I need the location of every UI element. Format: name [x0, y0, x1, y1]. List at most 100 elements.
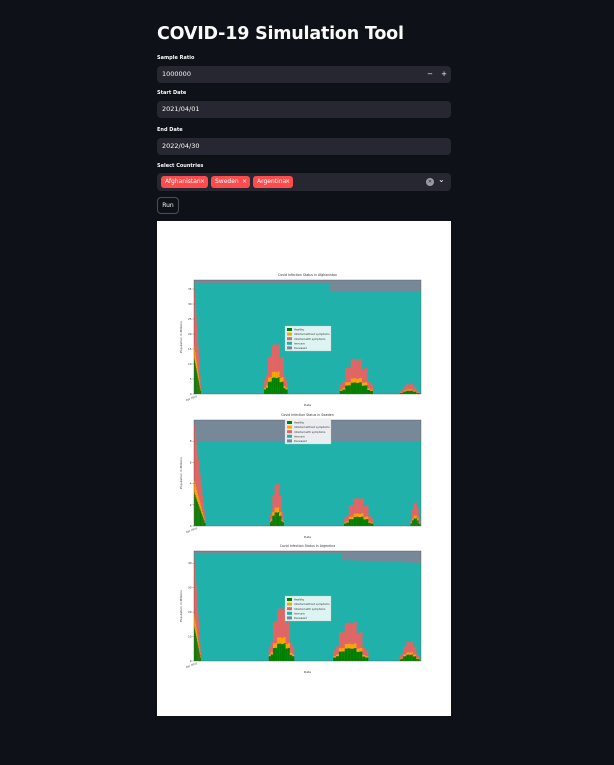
infected-without-symptoms-bar: [365, 516, 369, 520]
healthy-bar: [291, 656, 295, 661]
remove-tag-icon[interactable]: ×: [285, 176, 290, 188]
healthy-bar: [409, 390, 412, 394]
remove-tag-icon[interactable]: ×: [200, 176, 205, 188]
infected-without-symptoms-bar: [368, 521, 371, 523]
infected-without-symptoms-bar: [338, 648, 343, 652]
y-axis-label: Population in Millions: [179, 321, 183, 353]
legend-swatch: [287, 602, 292, 606]
infected-without-symptoms-bar: [269, 377, 273, 382]
healthy-bar: [359, 651, 363, 661]
healthy-bar: [272, 515, 274, 526]
legend-label: Healthy: [294, 598, 305, 602]
x-axis-label: Date: [304, 670, 311, 674]
infected-without-symptoms-bar: [289, 652, 293, 655]
y-tick-label: 20: [188, 332, 192, 336]
healthy-bar: [277, 377, 280, 394]
healthy-bar: [404, 656, 407, 661]
healthy-bar: [365, 657, 369, 661]
healthy-bar: [404, 391, 407, 394]
infected-without-symptoms-bar: [409, 389, 412, 391]
healthy-bar: [204, 522, 206, 526]
infected-without-symptoms-bar: [272, 512, 274, 516]
healthy-bar: [364, 385, 368, 394]
infected-without-symptoms-bar: [272, 643, 276, 649]
healthy-bar: [271, 520, 273, 526]
healthy-bar: [411, 654, 414, 661]
healthy-bar: [270, 522, 272, 526]
legend-label: Infected without symptoms: [294, 602, 330, 606]
country-tag-sweden[interactable]: Sweden ×: [211, 176, 250, 188]
healthy-bar: [285, 389, 288, 394]
increment-button[interactable]: +: [437, 66, 451, 83]
healthy-bar: [342, 389, 346, 394]
chart-title: Covid Infection Status in Sweden: [281, 413, 334, 417]
sample-ratio-value: 1000000: [162, 70, 191, 78]
legend-swatch: [287, 421, 292, 424]
countries-multiselect[interactable]: Afghanistan × Sweden × Argentina × ✕ ⌄: [157, 173, 451, 191]
run-button[interactable]: Run: [157, 197, 179, 214]
healthy-bar: [414, 656, 417, 661]
healthy-bar: [341, 651, 345, 661]
legend-swatch: [287, 332, 292, 336]
infected-without-symptoms-bar: [264, 387, 267, 390]
healthy-bar: [285, 648, 288, 661]
legend-swatch: [287, 425, 292, 429]
infected-without-symptoms-bar: [270, 652, 274, 655]
infected-without-symptoms-bar: [339, 389, 343, 391]
end-date-input[interactable]: 2022/04/30: [157, 138, 451, 155]
healthy-bar: [361, 385, 365, 394]
sample-ratio-input[interactable]: 1000000 − +: [157, 66, 451, 83]
infected-without-symptoms-bar: [276, 507, 279, 513]
chevron-down-icon[interactable]: ⌄: [438, 175, 445, 184]
infected-without-symptoms-bar: [362, 654, 366, 657]
infected-without-symptoms-bar: [271, 371, 274, 378]
country-tag-argentina[interactable]: Argentina ×: [253, 176, 293, 188]
healthy-bar: [411, 390, 414, 394]
healthy-bar: [368, 522, 371, 526]
infected-without-symptoms-bar: [416, 657, 418, 659]
infected-without-symptoms-bar: [282, 520, 284, 523]
healthy-bar: [419, 523, 421, 526]
clear-all-icon[interactable]: ✕: [426, 178, 434, 186]
infected-without-symptoms-bar: [411, 652, 414, 655]
legend-swatch: [287, 341, 292, 345]
infected-without-symptoms-bar: [270, 520, 272, 523]
healthy-bar: [403, 656, 405, 661]
healthy-bar: [281, 521, 283, 526]
healthy-bar: [353, 516, 357, 526]
healthy-bar: [281, 381, 284, 394]
start-date-label: Start Date: [157, 90, 187, 96]
infected-without-symptoms-bar: [341, 648, 345, 652]
y-tick-label: 5: [190, 377, 192, 381]
infected-without-symptoms-bar: [291, 654, 295, 657]
legend-label: Immune: [294, 611, 305, 615]
country-tag-afghanistan[interactable]: Afghanistan ×: [161, 176, 208, 188]
infected-without-symptoms-bar: [343, 522, 347, 524]
healthy-bar: [365, 519, 369, 526]
infected-without-symptoms-bar: [200, 656, 202, 658]
start-date-input[interactable]: 2021/04/01: [157, 101, 451, 118]
infected-without-symptoms-bar: [285, 644, 288, 649]
healthy-bar: [353, 648, 357, 661]
healthy-bar: [273, 377, 276, 394]
healthy-bar: [399, 659, 402, 661]
legend-label: Deceased: [294, 616, 307, 620]
infected-without-symptoms-bar: [361, 382, 365, 386]
infected-without-symptoms-bar: [280, 511, 282, 516]
remove-tag-icon[interactable]: ×: [242, 176, 247, 188]
y-tick-label: 10: [188, 362, 192, 366]
infected-without-symptoms-bar: [411, 389, 414, 391]
healthy-bar: [343, 523, 347, 526]
decrement-button[interactable]: −: [423, 66, 437, 83]
select-countries-label: Select Countries: [157, 163, 204, 169]
infected-without-symptoms-bar: [273, 371, 276, 378]
healthy-bar: [353, 382, 357, 394]
healthy-bar: [269, 381, 273, 394]
y-axis-label: Population in Millions: [179, 590, 183, 622]
end-date-label: End Date: [157, 127, 183, 133]
healthy-bar: [409, 654, 412, 661]
infected-without-symptoms-bar: [277, 507, 280, 513]
infected-without-symptoms-bar: [359, 378, 363, 383]
infected-without-symptoms-bar: [265, 385, 269, 388]
legend-swatch: [287, 611, 292, 615]
